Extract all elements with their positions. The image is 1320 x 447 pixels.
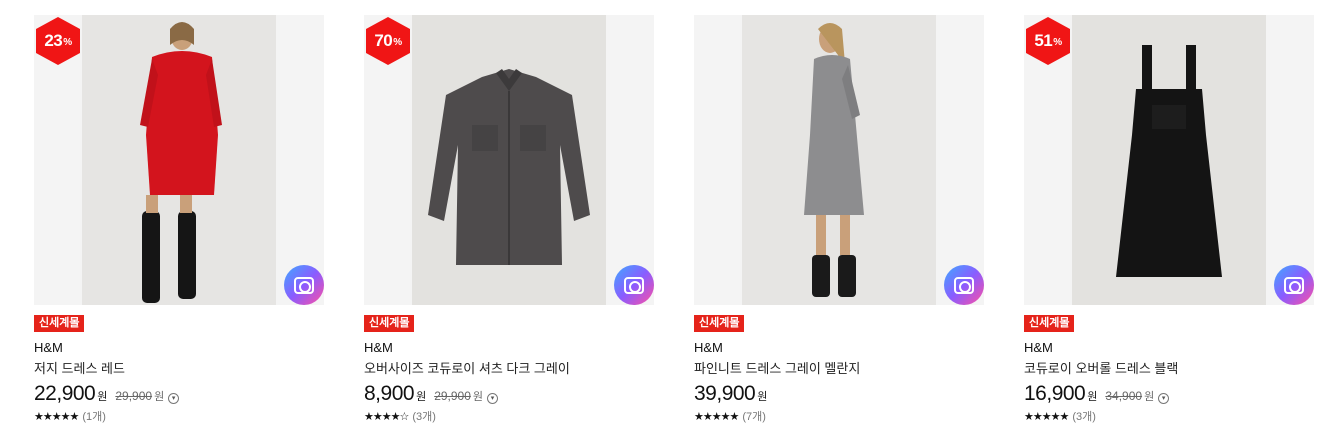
brand-name: H&M	[694, 340, 723, 355]
camera-search-icon	[624, 276, 644, 294]
rating-row: ★★★★★ (3개)	[1024, 408, 1096, 424]
camera-search-icon	[954, 276, 974, 294]
mall-tag: 신세계몰	[1024, 315, 1075, 332]
image-search-button[interactable]	[1274, 265, 1314, 305]
product-grid: 23% 신세계몰 H&M 저지 드레스 레드 22,900 원 29,900 원…	[0, 0, 1320, 447]
price-unit: 원	[757, 391, 768, 403]
product-image[interactable]: 70%	[364, 15, 654, 305]
image-search-button[interactable]	[944, 265, 984, 305]
image-search-button[interactable]	[614, 265, 654, 305]
review-count: (7개)	[742, 411, 766, 423]
product-card[interactable]: 23% 신세계몰 H&M 저지 드레스 레드 22,900 원 29,900 원…	[34, 15, 324, 435]
original-price-unit: 원	[154, 391, 165, 403]
product-photo-corduroy-overall-dress	[1072, 15, 1266, 305]
camera-search-icon	[1284, 276, 1304, 294]
product-photo-red-dress	[82, 15, 276, 305]
image-search-button[interactable]	[284, 265, 324, 305]
product-card[interactable]: 70% 신세계몰 H&M 오버사이즈 코듀로이 셔츠 다크 그레이 8,900 …	[364, 15, 654, 435]
rating-stars: ★★★★★	[34, 410, 79, 423]
price-row: 39,900 원	[694, 382, 767, 406]
rating-row: ★★★★☆ (3개)	[364, 408, 436, 424]
sale-price: 8,900	[364, 382, 415, 405]
price-unit: 원	[1087, 391, 1098, 403]
review-count: (3개)	[412, 411, 436, 423]
original-price: 34,900	[1105, 389, 1143, 403]
review-count: (3개)	[1072, 411, 1096, 423]
discount-badge: 51%	[1026, 17, 1070, 65]
rating-row: ★★★★★ (7개)	[694, 408, 766, 424]
mall-tag: 신세계몰	[694, 315, 745, 332]
product-name[interactable]: 파인니트 드레스 그레이 멜란지	[694, 358, 860, 377]
camera-search-icon	[294, 276, 314, 294]
product-name[interactable]: 저지 드레스 레드	[34, 358, 125, 377]
price-unit: 원	[416, 391, 427, 403]
product-image[interactable]: 23%	[34, 15, 324, 305]
product-image[interactable]	[694, 15, 984, 305]
brand-name: H&M	[364, 340, 393, 355]
original-price-unit: 원	[1144, 391, 1155, 403]
product-card[interactable]: 51% 신세계몰 H&M 코듀로이 오버롤 드레스 블랙 16,900 원 34…	[1024, 15, 1314, 435]
price-row: 8,900 원 29,900 원 ▾	[364, 382, 499, 406]
product-name[interactable]: 오버사이즈 코듀로이 셔츠 다크 그레이	[364, 358, 570, 377]
sale-price: 22,900	[34, 382, 96, 405]
info-icon[interactable]: ▾	[168, 393, 180, 404]
rating-stars: ★★★★★	[1024, 410, 1069, 423]
original-price: 29,900	[434, 389, 471, 403]
sale-price: 16,900	[1024, 382, 1086, 405]
rating-stars: ★★★★☆	[364, 410, 409, 423]
sale-price: 39,900	[694, 382, 756, 405]
price-row: 16,900 원 34,900 원 ▾	[1024, 382, 1170, 406]
discount-badge: 70%	[366, 17, 410, 65]
product-image[interactable]: 51%	[1024, 15, 1314, 305]
discount-badge: 23%	[36, 17, 80, 65]
price-unit: 원	[97, 391, 108, 403]
review-count: (1개)	[82, 411, 106, 423]
mall-tag: 신세계몰	[34, 315, 85, 332]
mall-tag: 신세계몰	[364, 315, 415, 332]
rating-row: ★★★★★ (1개)	[34, 408, 106, 424]
original-price: 29,900	[115, 389, 153, 403]
original-price-unit: 원	[472, 391, 484, 403]
info-icon[interactable]: ▾	[487, 393, 499, 404]
product-photo-grey-knit-dress	[742, 15, 936, 305]
info-icon[interactable]: ▾	[1158, 393, 1170, 404]
rating-stars: ★★★★★	[694, 410, 739, 423]
product-card[interactable]: 신세계몰 H&M 파인니트 드레스 그레이 멜란지 39,900 원 ★★★★★…	[694, 15, 984, 435]
price-row: 22,900 원 29,900 원 ▾	[34, 382, 180, 406]
brand-name: H&M	[1024, 340, 1053, 355]
product-photo-corduroy-shirt	[412, 15, 606, 305]
product-name[interactable]: 코듀로이 오버롤 드레스 블랙	[1024, 358, 1178, 377]
brand-name: H&M	[34, 340, 63, 355]
